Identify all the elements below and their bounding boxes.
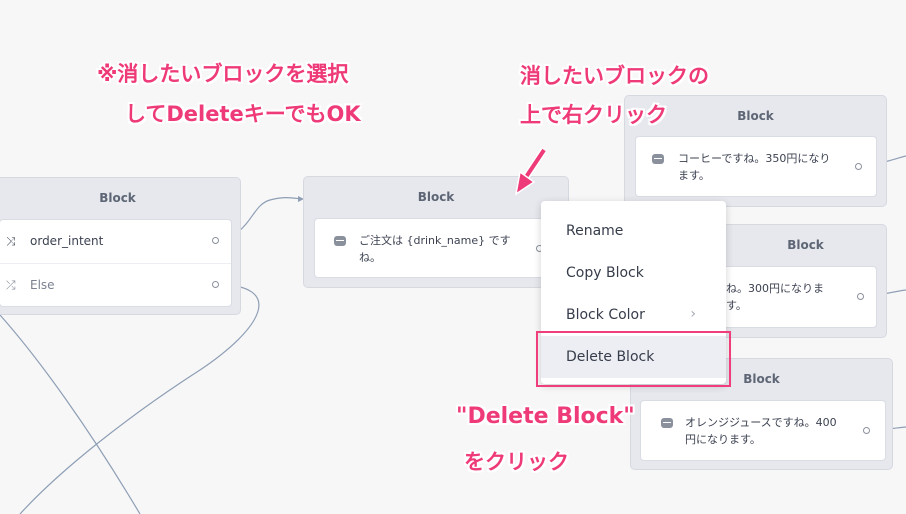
connector-port[interactable] (855, 163, 862, 170)
message-text: コーヒーですね。350円になり ます。 (678, 152, 831, 182)
message-card[interactable]: ご注文は {drink_name} です ね。 (314, 218, 559, 278)
split-icon: ⤨ (6, 234, 16, 248)
connector-port[interactable] (212, 281, 219, 288)
message-card[interactable]: オレンジジュースですね。400 円になります。 (640, 400, 886, 461)
annotation-top-left-line2: してDeleteキーでもOK (125, 102, 361, 126)
annotation-top-left-line1: ※消したいブロックを選択 (97, 62, 349, 86)
row-label: Else (30, 278, 55, 292)
annotation-bottom-line1: "Delete Block" (456, 404, 635, 429)
connector-port[interactable] (212, 237, 219, 244)
menu-item-rename[interactable]: Rename (541, 210, 726, 252)
block-rows: ⤨ order_intent ⤮ Else (0, 219, 232, 307)
message-card[interactable]: コーヒーですね。350円になり ます。 (635, 136, 877, 197)
annotation-top-right-line1: 消したいブロックの (520, 64, 709, 88)
message-text: ね。300円になりま す。 (726, 282, 824, 312)
arrow-icon (514, 148, 547, 196)
annotation-bottom-line2: をクリック (464, 450, 569, 474)
highlight-box (536, 331, 731, 387)
menu-item-block-color[interactable]: Block Color › (541, 294, 726, 336)
message-icon (334, 236, 346, 246)
connector-port[interactable] (857, 293, 864, 300)
row-label: order_intent (30, 234, 104, 248)
message-icon (661, 418, 673, 428)
message-text: ご注文は {drink_name} です ね。 (359, 234, 511, 264)
message-text: オレンジジュースですね。400 円になります。 (685, 416, 837, 446)
block-title: Block (99, 191, 136, 205)
flow-canvas[interactable]: Block ⤨ order_intent ⤮ Else Block ご注文は {… (0, 0, 906, 514)
else-icon: ⤮ (6, 278, 16, 292)
annotation-top-right-line2: 上で右クリック (520, 103, 667, 127)
connector-port[interactable] (863, 427, 870, 434)
list-item[interactable]: ⤮ Else (0, 264, 231, 307)
list-item[interactable]: ⤨ order_intent (0, 220, 231, 264)
block-left[interactable]: Block ⤨ order_intent ⤮ Else (0, 177, 241, 315)
message-icon (652, 154, 664, 164)
menu-item-copy-block[interactable]: Copy Block (541, 252, 726, 294)
chevron-right-icon: › (690, 306, 696, 322)
